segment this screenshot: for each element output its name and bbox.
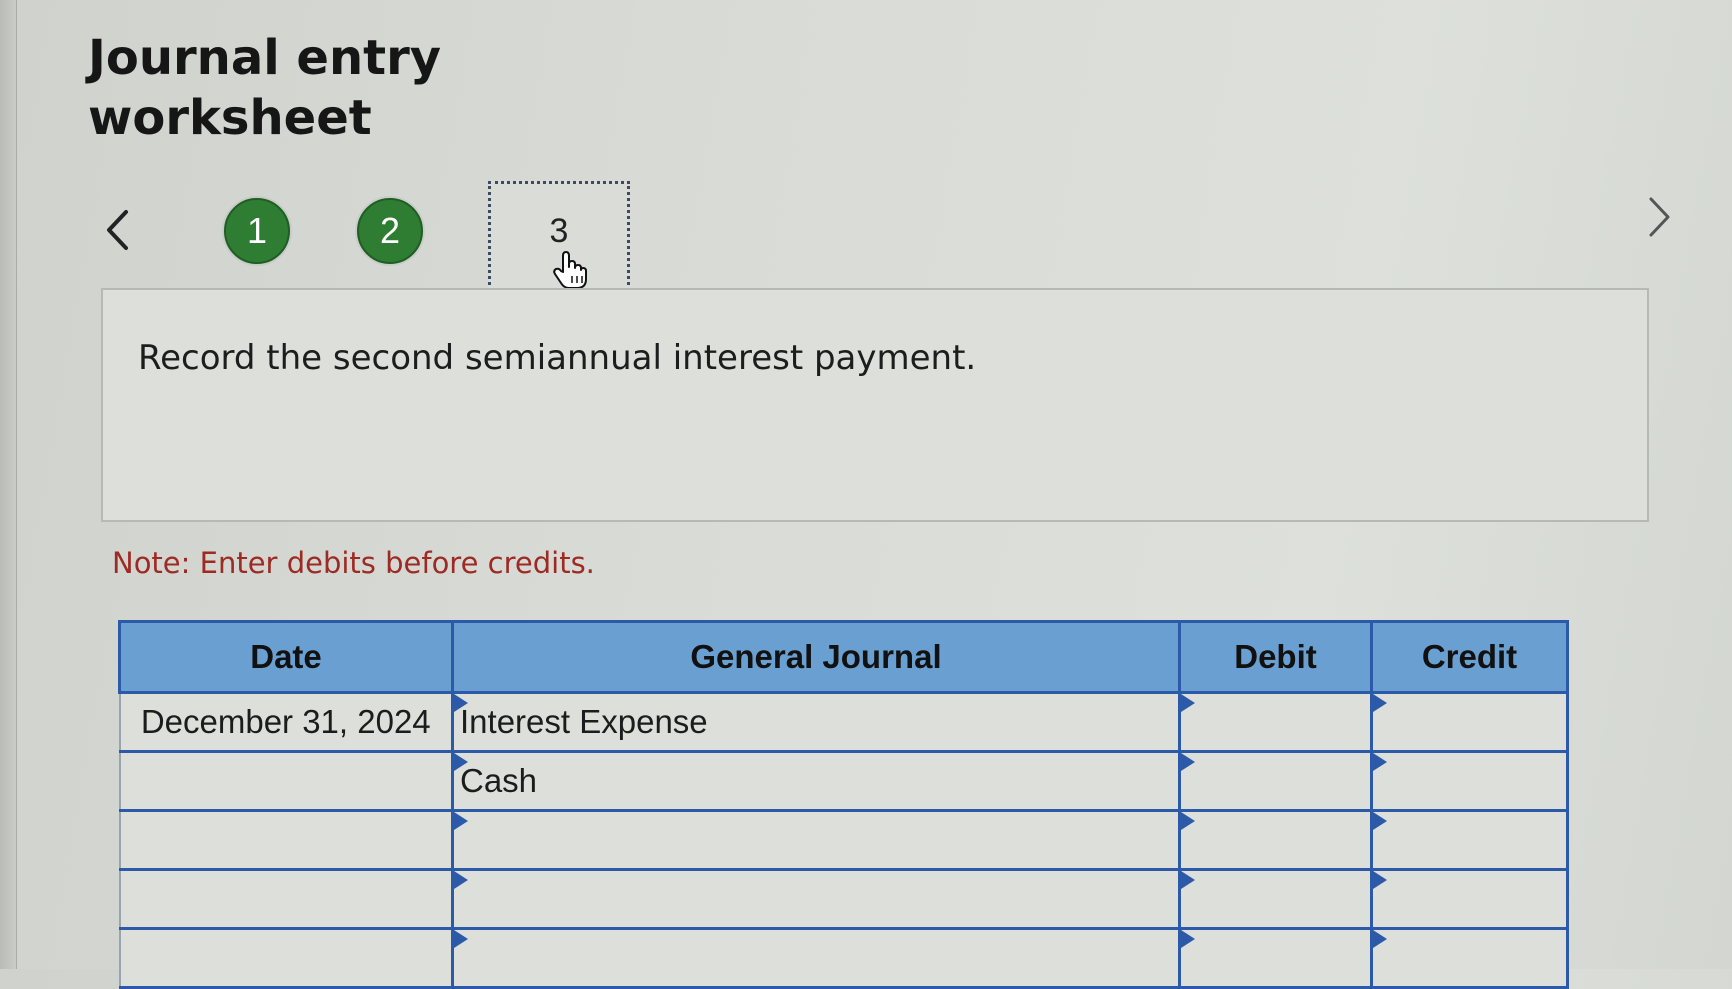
row-flag-icon [1373, 930, 1387, 948]
chevron-right-icon [1649, 197, 1670, 237]
debit-input[interactable] [1178, 927, 1373, 989]
row-flag-icon [1373, 694, 1387, 712]
row-flag-icon [454, 871, 468, 889]
debit-column-header: Debit [1178, 620, 1373, 694]
row-flag-icon [1181, 871, 1195, 889]
row-flag-icon [1181, 930, 1195, 948]
table-row: December 31, 2024 Interest Expense [118, 691, 1569, 753]
credit-column-header: Credit [1370, 620, 1569, 694]
row-flag-icon [1181, 753, 1195, 771]
table-row [118, 868, 1569, 930]
journal-table: Date General Journal Debit Credit Decemb… [118, 620, 1569, 989]
table-row: Cash [118, 750, 1569, 812]
row-flag-icon [1373, 812, 1387, 830]
page-title: Journal entry worksheet [88, 30, 442, 146]
account-value: Interest Expense [460, 703, 708, 740]
previous-step-button[interactable] [102, 205, 132, 255]
general-journal-column-header: General Journal [451, 620, 1181, 694]
next-step-button[interactable] [1645, 192, 1675, 242]
step-1-label: 1 [246, 210, 268, 251]
hand-pointer-icon [553, 251, 587, 289]
table-header-row: Date General Journal Debit Credit [118, 620, 1569, 694]
step-3-label: 3 [549, 212, 569, 250]
account-input[interactable] [451, 927, 1181, 989]
note-text: Note: Enter debits before credits. [112, 546, 595, 580]
credit-input[interactable] [1370, 927, 1569, 989]
row-flag-icon [1181, 812, 1195, 830]
row-flag-icon [454, 694, 468, 712]
step-3-current-tab[interactable]: 3 [488, 181, 630, 303]
account-value: Cash [460, 762, 538, 799]
account-input[interactable]: Cash [451, 750, 1181, 812]
date-cell [118, 809, 454, 871]
instruction-text: Record the second semiannual interest pa… [138, 338, 977, 378]
debit-input[interactable] [1178, 691, 1373, 753]
instruction-panel [101, 288, 1649, 522]
left-window-edge [0, 0, 17, 969]
chevron-left-icon [107, 210, 128, 250]
row-flag-icon [454, 812, 468, 830]
row-flag-icon [1373, 753, 1387, 771]
debit-input[interactable] [1178, 809, 1373, 871]
credit-input[interactable] [1370, 750, 1569, 812]
account-input[interactable] [451, 868, 1181, 930]
step-1-button[interactable]: 1 [224, 198, 290, 264]
row-flag-icon [1181, 694, 1195, 712]
date-column-header: Date [118, 620, 454, 694]
row-flag-icon [454, 753, 468, 771]
credit-input[interactable] [1370, 691, 1569, 753]
debit-input[interactable] [1178, 750, 1373, 812]
debit-input[interactable] [1178, 868, 1373, 930]
account-input[interactable] [451, 809, 1181, 871]
step-2-button[interactable]: 2 [357, 198, 423, 264]
account-input[interactable]: Interest Expense [451, 691, 1181, 753]
table-row [118, 927, 1569, 989]
date-cell: December 31, 2024 [118, 691, 454, 753]
date-cell [118, 927, 454, 989]
credit-input[interactable] [1370, 868, 1569, 930]
row-flag-icon [1373, 871, 1387, 889]
step-2-label: 2 [379, 210, 401, 251]
credit-input[interactable] [1370, 809, 1569, 871]
date-cell [118, 868, 454, 930]
row-flag-icon [454, 930, 468, 948]
table-row [118, 809, 1569, 871]
date-cell [118, 750, 454, 812]
